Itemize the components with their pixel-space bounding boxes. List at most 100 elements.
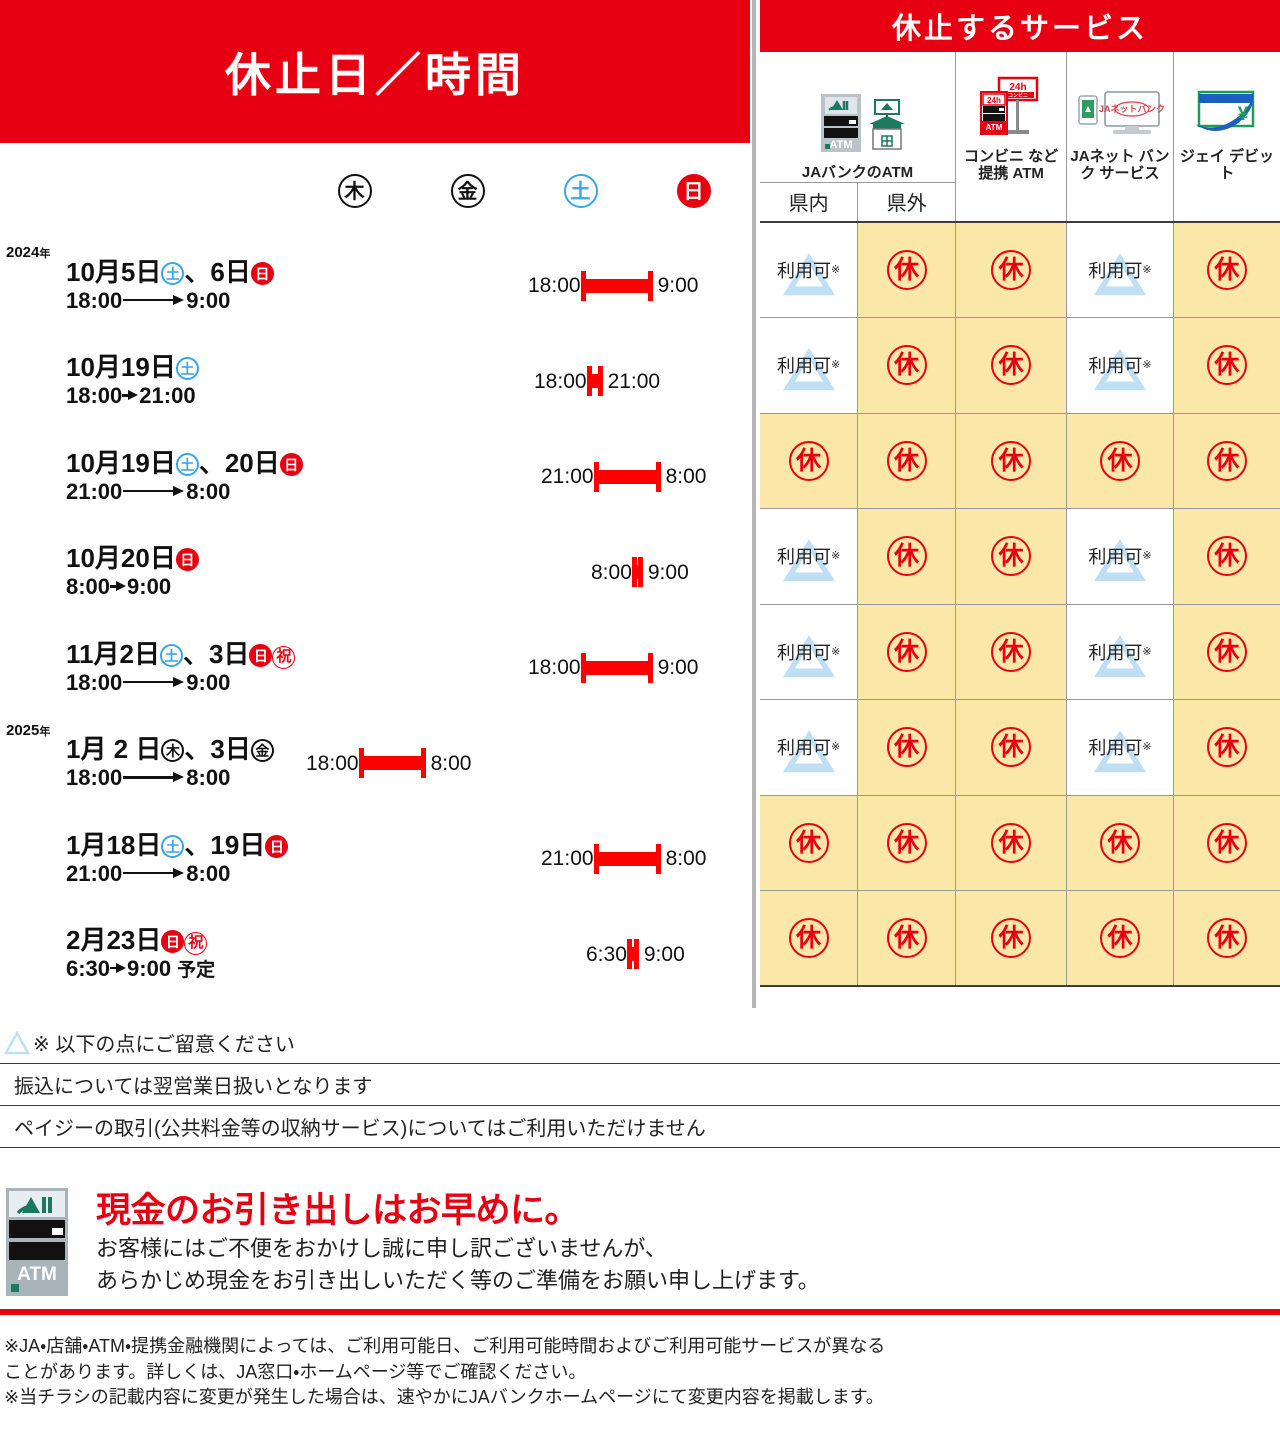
svg-text:JAネットバンク: JAネットバンク <box>1099 104 1165 114</box>
schedule-date-cell: 10月19日土、20日日 21:00 8:00 <box>0 429 303 525</box>
day-header-row: 木 金 土 日 <box>0 143 750 238</box>
svg-text:コンビニ: コンビニ <box>1008 92 1028 99</box>
available-label: 利用可※ <box>1088 261 1152 281</box>
timeline-cell <box>524 907 637 1003</box>
date-inner: 10月19日土、20日日 21:00 8:00 <box>0 448 303 506</box>
status-cell-closed: 休 <box>1172 890 1280 987</box>
date-inner: 1月 2 日木、3日金 18:00 8:00 <box>0 734 298 792</box>
note-line-transfer: 振込については翌営業日扱いとなります <box>0 1064 1280 1106</box>
flyer-page: 休止日／時間 休止するサービス 木 金 土 日 2024年 10月5日 土 、6… <box>0 0 1280 1452</box>
closed-badge: 休 <box>991 536 1032 577</box>
date-main-text: 10月5日土、6日日 <box>66 257 294 287</box>
notes-heading-text: ※ 以下の点にご留意ください <box>33 1034 295 1056</box>
service-label-j-debit: ジェイ デビット <box>1179 147 1274 182</box>
date-main-text: 10月19日土 <box>66 352 294 382</box>
timeline-cell <box>298 620 411 716</box>
available-badge: 利用可※ <box>775 728 842 773</box>
status-cell-closed: 休 <box>857 413 956 509</box>
status-row: 休休休休休 <box>760 413 1280 509</box>
date-time-range: 18:00 8:00 <box>66 765 231 791</box>
status-cell-closed: 休 <box>1172 508 1280 605</box>
closed-badge: 休 <box>886 536 927 577</box>
status-cell-closed: 休 <box>1066 795 1174 891</box>
available-badge: 利用可※ <box>775 633 842 677</box>
timeline-cell <box>411 716 524 812</box>
table-row: 2月23日日祝 6:30 9:00 予定 <box>0 907 750 1003</box>
subheader-jdebit-spacer <box>1172 182 1280 223</box>
schedule-rows: 2024年 10月5日土、6日日 18:00 9:00 10月19日土 18:00 21:0… <box>0 238 750 1002</box>
service-label-ja-atm: JAバンクのATM <box>801 164 914 182</box>
status-cell-available: 利用可※ <box>760 604 858 700</box>
closed-badge: 休 <box>886 918 927 958</box>
status-rows: 利用可※ 休休利用可※ 休利用可※ 休休利用可※ 休休休休休休利用可※ 休休利用可※ 休利用… <box>760 221 1280 987</box>
footnote-1: ※JA・店舗・ATM・提携金融機関によっては、ご利用可能日、ご利用可能時間および… <box>4 1336 886 1382</box>
svg-text:ATM: ATM <box>17 1264 57 1285</box>
status-cell-available: 利用可※ <box>760 317 858 414</box>
table-row: 10月19日土 18:00 21:00 <box>0 334 750 430</box>
schedule-date-cell: 1月18日土、19日日 21:00 8:00 <box>0 811 298 907</box>
closed-badge: 休 <box>788 440 829 481</box>
schedule-date-cell: 2024年 10月5日土、6日日 18:00 9:00 <box>0 238 298 334</box>
notes-section: ※ 以下の点にご留意ください 振込については翌営業日扱いとなります ペイジーの取… <box>0 1022 1280 1148</box>
suspended-services-table: ATM JAバンクのATM 24h コンビニ 24h ATM コンビニ など提携… <box>760 52 1280 987</box>
status-cell-available: 利用可※ <box>1066 221 1174 318</box>
available-label: 利用可※ <box>777 642 841 663</box>
status-cell-closed: 休 <box>857 890 956 987</box>
ja-net-bank-icon: JAネットバンク <box>1075 90 1165 142</box>
table-row: 1月18日土、19日日 21:00 8:00 <box>0 811 750 907</box>
status-cell-available: 利用可※ <box>1066 604 1174 700</box>
timeline-cell <box>637 429 750 525</box>
timeline-cell <box>411 525 524 621</box>
service-header-j-debit: ¥ ジェイ デビット <box>1172 52 1280 182</box>
day-header-sun: 日 <box>637 143 750 238</box>
subheader-kengai: 県外 <box>857 181 956 223</box>
date-main-text: 10月20日日 <box>66 543 294 573</box>
timeline-cell <box>637 238 750 334</box>
closed-badge: 休 <box>991 918 1032 958</box>
svg-text:ATM: ATM <box>986 123 1003 132</box>
available-label: 利用可※ <box>777 547 841 568</box>
service-header-conveni-atm: 24h コンビニ 24h ATM コンビニ など提携 ATM <box>955 52 1067 182</box>
closed-badge: 休 <box>886 727 927 768</box>
available-badge: 利用可※ <box>1086 633 1153 677</box>
day-chip-fri: 金 <box>450 173 485 208</box>
date-main-text: 10月19日土、20日日 <box>66 448 303 478</box>
table-row: 10月19日土、20日日 21:00 8:00 <box>0 429 750 525</box>
status-cell-closed: 休 <box>1172 699 1280 796</box>
timeline-cell <box>411 334 524 430</box>
status-cell-available: 利用可※ <box>760 221 858 318</box>
status-cell-closed: 休 <box>857 604 956 700</box>
status-cell-closed: 休 <box>760 890 858 987</box>
timeline-cell <box>298 716 411 812</box>
closed-badge: 休 <box>1206 918 1247 958</box>
timeline-cell <box>524 620 637 716</box>
available-badge: 利用可※ <box>775 537 842 582</box>
service-subheader-row: 県内 県外 <box>760 181 1280 223</box>
closed-badge: 休 <box>1206 631 1247 672</box>
status-row: 利用可※ 休 休 利用可※ 休 <box>760 508 1280 605</box>
subheader-kennai: 県内 <box>760 181 858 223</box>
table-row: 2024年 10月5日土、6日日 18:00 9:00 <box>0 238 750 334</box>
status-cell-closed: 休 <box>1066 890 1174 987</box>
timeline-cell <box>298 811 411 907</box>
available-label: 利用可※ <box>1088 642 1152 663</box>
schedule-date-cell: 10月19日土 18:00 21:00 <box>0 334 298 430</box>
closed-badge: 休 <box>991 440 1032 481</box>
schedule-date-cell: 2月23日日祝 6:30 9:00 予定 <box>0 907 298 1003</box>
day-header-sat: 土 <box>524 143 637 238</box>
status-row: 休休休休休 <box>760 890 1280 987</box>
timeline-cell <box>298 429 411 525</box>
available-label: 利用可※ <box>777 738 841 759</box>
date-inner: 2月23日日祝 6:30 9:00 予定 <box>0 925 298 983</box>
date-main-text: 1月18日土、19日日 <box>66 830 294 860</box>
status-cell-closed: 休 <box>1172 221 1280 318</box>
table-divider <box>752 0 756 1008</box>
appeal-text-block: 現金のお引き出しはお早めに。 お客様にはご不便をおかけし誠に申し訳ございませんが… <box>96 1188 820 1295</box>
status-cell-closed: 休 <box>1066 413 1174 509</box>
status-row: 利用可※ 休 休 利用可※ 休 <box>760 221 1280 318</box>
timeline-cell <box>411 238 524 334</box>
service-label-ja-net-bank: JAネット バンク サービス <box>1070 147 1170 182</box>
ja-atm-icon: ATM <box>803 94 913 158</box>
date-inner: 1月18日土、19日日 21:00 8:00 <box>0 830 298 888</box>
status-cell-closed: 休 <box>955 508 1067 605</box>
